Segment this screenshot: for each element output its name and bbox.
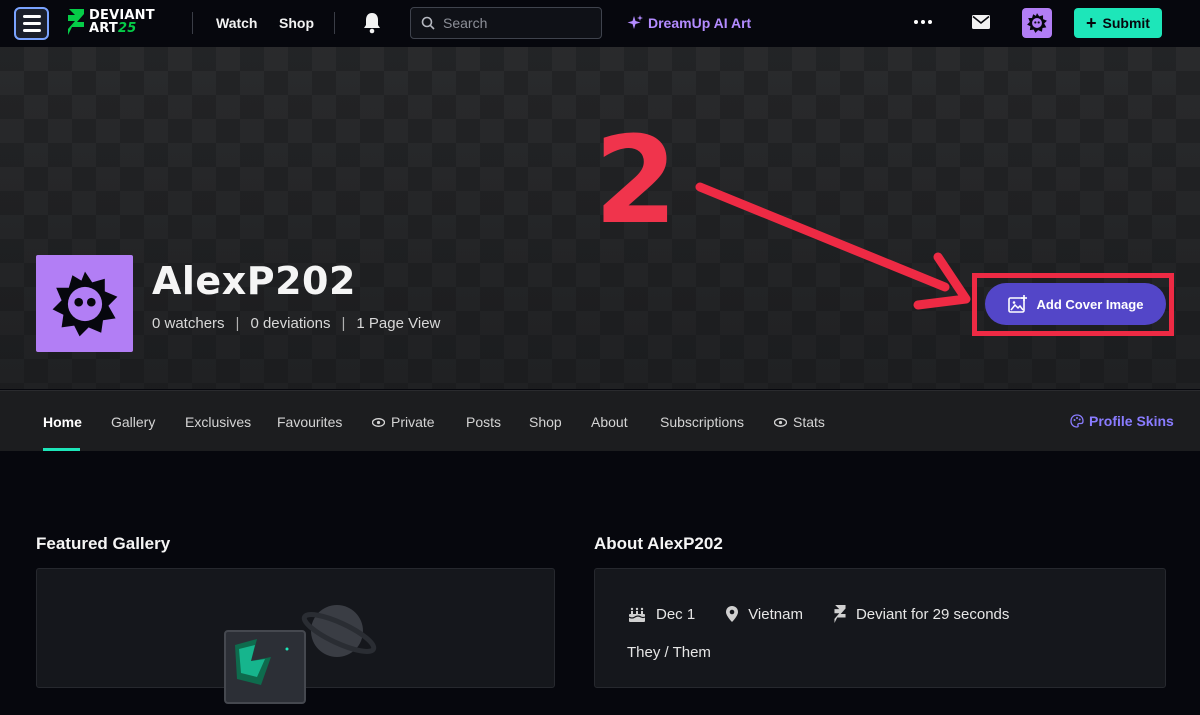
tab-label: Favourites (277, 414, 343, 430)
dreamup-ai-art-link[interactable]: DreamUp AI Art (627, 15, 751, 31)
tab-label: Private (391, 414, 435, 430)
search-input[interactable] (443, 15, 593, 31)
menu-icon-line (22, 29, 41, 32)
avatar-creature-icon (1027, 13, 1047, 33)
deviantart-mark-icon (834, 605, 846, 623)
location-pin-icon (726, 606, 739, 622)
nav-watch-link[interactable]: Watch (216, 15, 257, 31)
tab-gallery[interactable]: Gallery (111, 414, 155, 430)
tab-exclusives[interactable]: Exclusives (185, 414, 251, 430)
profile-username: AlexP202 (152, 259, 356, 303)
nav-shop-link[interactable]: Shop (279, 15, 314, 31)
logo-wordmark: DEVIANT ART25 (89, 9, 155, 35)
eye-icon (372, 417, 385, 427)
pronouns-text: They / Them (627, 644, 711, 661)
logo-anniversary-text: 25 (117, 21, 137, 36)
profile-stats: 0 watchers | 0 deviations | 1 Page View (152, 315, 440, 332)
deviantart-logo[interactable]: DEVIANT ART25 (67, 9, 155, 35)
topbar-divider (192, 12, 193, 34)
page-view-count: 1 Page View (356, 315, 441, 332)
tab-stats[interactable]: Stats (774, 414, 825, 430)
menu-button[interactable] (14, 7, 49, 40)
user-avatar-button[interactable] (1022, 8, 1052, 38)
tab-label: Shop (529, 414, 562, 430)
tab-label: Gallery (111, 414, 156, 430)
deviations-count[interactable]: 0 deviations (250, 315, 330, 332)
deviant-since-item: Deviant for 29 seconds (833, 605, 1009, 623)
logo-bottom-text: ART (89, 21, 118, 36)
deviantart-logo-icon (68, 9, 84, 35)
menu-icon-line (22, 22, 41, 25)
avatar-creature-icon (52, 271, 117, 336)
tab-favourites[interactable]: Favourites (277, 414, 342, 430)
watchers-count[interactable]: 0 watchers (152, 315, 225, 332)
mail-icon[interactable] (972, 15, 990, 29)
about-details-row: Dec 1 Vietnam Deviant for 29 seconds (627, 605, 1039, 623)
profile-skins-link[interactable]: Profile Skins (1070, 413, 1174, 429)
location-text: Vietnam (748, 605, 803, 623)
topbar-divider (334, 12, 335, 34)
tab-label: Exclusives (185, 414, 252, 430)
birthday-item: Dec 1 (627, 605, 695, 623)
tab-posts[interactable]: Posts (466, 414, 501, 430)
stats-separator: | (341, 315, 346, 332)
add-cover-image-label: Add Cover Image (1036, 296, 1144, 312)
tab-label: Home (43, 414, 82, 430)
birthday-text: Dec 1 (656, 605, 696, 623)
deviant-duration-text: Deviant for 29 seconds (855, 605, 1010, 623)
profile-skins-label: Profile Skins (1089, 413, 1174, 429)
tab-about[interactable]: About (591, 414, 628, 430)
tab-shop[interactable]: Shop (529, 414, 562, 430)
add-cover-image-button[interactable]: Add Cover Image (985, 283, 1166, 325)
add-image-icon (1007, 295, 1027, 313)
search-icon (421, 16, 435, 30)
eye-icon (774, 417, 787, 427)
cake-icon (628, 607, 646, 622)
location-item: Vietnam (725, 605, 803, 623)
about-card: Dec 1 Vietnam Deviant for 29 seconds The… (594, 568, 1166, 688)
profile-tabs: Home Gallery Exclusives Favourites Priva… (0, 390, 1200, 451)
profile-banner: AlexP202 0 watchers | 0 deviations | 1 P… (0, 47, 1200, 389)
notifications-bell-icon[interactable] (362, 12, 382, 34)
sparkle-icon (627, 15, 643, 29)
dreamup-label: DreamUp AI Art (648, 15, 752, 31)
annotation-step-number: 2 (594, 112, 678, 251)
plus-icon: + (1086, 13, 1097, 33)
empty-gallery-illustration (224, 605, 377, 704)
search-box[interactable] (410, 7, 602, 39)
tab-private[interactable]: Private (372, 414, 435, 430)
about-section-title: About AlexP202 (594, 534, 723, 553)
submit-button[interactable]: + Submit (1074, 8, 1162, 38)
tab-label: Posts (466, 414, 502, 430)
stats-separator: | (235, 315, 240, 332)
tab-label: Stats (793, 414, 825, 430)
main-content: Featured Gallery About AlexP202 Dec 1 Vi… (0, 451, 1200, 704)
tab-label: Subscriptions (660, 414, 745, 430)
featured-gallery-card (36, 568, 555, 704)
profile-avatar[interactable] (36, 255, 133, 352)
tab-label: About (591, 414, 628, 430)
submit-label: Submit (1102, 15, 1150, 31)
more-options-icon[interactable] (914, 20, 932, 24)
tab-subscriptions[interactable]: Subscriptions (660, 414, 744, 430)
palette-icon (1070, 414, 1084, 428)
featured-gallery-title: Featured Gallery (36, 534, 171, 553)
top-navigation-bar: DEVIANT ART25 Watch Shop DreamUp AI Art (0, 0, 1200, 47)
menu-icon-line (22, 15, 41, 18)
tab-home[interactable]: Home (43, 414, 82, 430)
